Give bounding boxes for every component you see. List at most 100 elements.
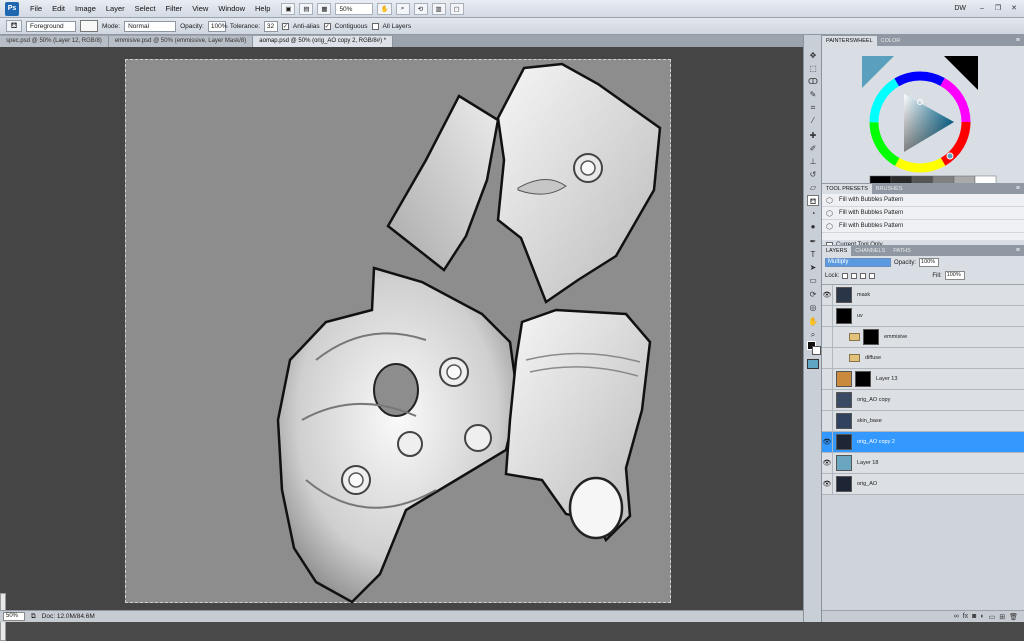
extras-icon[interactable]: ▦: [317, 2, 332, 15]
layer-row[interactable]: diffuse: [822, 347, 1024, 369]
layer-thumbnail[interactable]: [836, 392, 852, 408]
list-item[interactable]: Fill with Bubbles Pattern: [822, 220, 1024, 233]
zoom-level-select[interactable]: 50%: [335, 2, 374, 15]
visibility-eye-icon[interactable]: [822, 389, 833, 411]
layer-row[interactable]: 👁 orig_AO: [822, 473, 1024, 495]
document-canvas[interactable]: [125, 59, 671, 604]
pen-tool-icon[interactable]: ✒: [807, 236, 819, 247]
layer-style-icon[interactable]: fx: [963, 613, 968, 620]
doc-size-info[interactable]: Doc: 12.0M/84.6M: [42, 613, 95, 620]
panel-menu-icon[interactable]: ≡: [1016, 246, 1024, 256]
link-layers-icon[interactable]: ∞: [954, 613, 959, 620]
opacity-input[interactable]: 100%: [207, 20, 228, 32]
blend-mode-select[interactable]: Multiply: [825, 258, 891, 267]
quick-select-tool-icon[interactable]: ✎: [807, 89, 819, 100]
foreground-background-colors[interactable]: [807, 341, 821, 355]
visibility-eye-icon[interactable]: [822, 326, 833, 348]
layer-row[interactable]: Layer 13: [822, 368, 1024, 390]
tab-tool-presets[interactable]: TOOL PRESETS: [822, 184, 872, 194]
tab-color[interactable]: COLOR: [877, 36, 905, 46]
hand-tool-icon[interactable]: ✋: [807, 316, 819, 327]
visibility-eye-icon[interactable]: 👁: [822, 284, 833, 306]
status-menu-icon[interactable]: ⧉: [31, 613, 36, 621]
visibility-eye-icon[interactable]: [822, 368, 833, 390]
clone-stamp-tool-icon[interactable]: ⊥: [807, 156, 819, 167]
new-group-icon[interactable]: ▭: [989, 613, 996, 621]
visibility-eye-icon[interactable]: [822, 347, 833, 369]
bridge-icon[interactable]: ▣: [281, 2, 296, 15]
brush-tool-icon[interactable]: ✐: [807, 143, 819, 154]
layer-thumbnail[interactable]: [836, 287, 852, 303]
zoom-tool-icon[interactable]: ⌕: [395, 2, 410, 15]
eyedropper-tool-icon[interactable]: ⁄: [807, 115, 819, 126]
layer-mask-thumbnail[interactable]: [855, 371, 871, 387]
tolerance-input[interactable]: 32: [263, 20, 278, 32]
layer-row[interactable]: 👁 Layer 18: [822, 452, 1024, 474]
mode-select[interactable]: Normal: [124, 20, 177, 32]
color-wheel-widget[interactable]: [822, 46, 1024, 186]
paint-bucket-tool-icon[interactable]: ⛾: [807, 195, 819, 206]
shape-tool-icon[interactable]: ▭: [807, 275, 819, 286]
list-item[interactable]: Fill with Bubbles Pattern: [822, 194, 1024, 207]
layer-row[interactable]: skin_base: [822, 410, 1024, 432]
menu-view[interactable]: View: [187, 4, 213, 13]
type-tool-icon[interactable]: T: [807, 249, 819, 260]
all-layers-checkbox[interactable]: [371, 22, 379, 30]
tab-aomap[interactable]: aomap.psd @ 50% (orig_AO copy 2, RGB/8#)…: [253, 36, 394, 47]
layer-row[interactable]: emmisive: [822, 326, 1024, 348]
minibridge-icon[interactable]: ▤: [299, 2, 314, 15]
layer-thumbnail[interactable]: [836, 455, 852, 471]
close-icon[interactable]: ✕: [1008, 3, 1020, 14]
delete-layer-icon[interactable]: 🗑: [1009, 613, 1018, 621]
layer-thumbnail[interactable]: [836, 476, 852, 492]
hand-tool-icon[interactable]: ✋: [377, 2, 392, 15]
healing-brush-tool-icon[interactable]: ✚: [807, 130, 819, 141]
layer-opacity-input[interactable]: 100%: [919, 258, 940, 267]
layer-thumbnail[interactable]: [836, 308, 852, 324]
adjustment-layer-icon[interactable]: ◐: [980, 613, 984, 620]
visibility-eye-icon[interactable]: 👁: [822, 473, 833, 495]
layer-thumbnail[interactable]: [836, 434, 852, 450]
panel-menu-icon[interactable]: ≡: [1016, 36, 1024, 46]
layer-thumbnail[interactable]: [836, 413, 852, 429]
visibility-eye-icon[interactable]: [822, 305, 833, 327]
fill-source-select[interactable]: Foreground: [26, 20, 76, 32]
color-picker-handle[interactable]: [946, 152, 954, 160]
layer-row[interactable]: 👁 orig_AO copy 2: [822, 431, 1024, 453]
marquee-tool-icon[interactable]: ⬚: [807, 63, 819, 74]
status-zoom-field[interactable]: 50%: [3, 612, 25, 621]
menu-filter[interactable]: Filter: [161, 4, 188, 13]
visibility-eye-icon[interactable]: 👁: [822, 431, 833, 453]
menu-window[interactable]: Window: [213, 4, 250, 13]
menu-edit[interactable]: Edit: [47, 4, 70, 13]
dodge-tool-icon[interactable]: ●: [807, 221, 819, 232]
tab-emmisive[interactable]: emmisive.psd @ 50% (emmissive, Layer Mas…: [108, 36, 254, 47]
canvas-area[interactable]: [0, 47, 803, 641]
menu-file[interactable]: File: [25, 4, 47, 13]
path-selection-tool-icon[interactable]: ➤: [807, 262, 819, 273]
layer-thumbnail[interactable]: [836, 371, 852, 387]
paint-bucket-preset-icon[interactable]: ⛾: [6, 20, 22, 32]
lasso-tool-icon[interactable]: ↀ: [807, 76, 819, 87]
menu-select[interactable]: Select: [130, 4, 161, 13]
menu-image[interactable]: Image: [70, 4, 101, 13]
layer-row[interactable]: uv: [822, 305, 1024, 327]
lock-position-icon[interactable]: [860, 272, 867, 279]
tab-layers[interactable]: LAYERS: [822, 246, 852, 256]
workspace-switcher[interactable]: DW: [954, 5, 966, 12]
tab-painterswheel[interactable]: PAINTERSWHEEL: [822, 36, 877, 46]
new-layer-icon[interactable]: ⊞: [999, 613, 1005, 621]
layer-mask-thumbnail[interactable]: [863, 329, 879, 345]
tab-brushes[interactable]: BRUSHES: [872, 184, 907, 194]
tab-paths[interactable]: PATHS: [889, 246, 915, 256]
minimize-icon[interactable]: –: [976, 3, 988, 14]
menu-layer[interactable]: Layer: [101, 4, 130, 13]
background-color-swatch[interactable]: [812, 346, 821, 355]
crop-tool-icon[interactable]: ⌗: [807, 102, 819, 113]
zoom-tool-icon[interactable]: ⌕: [807, 329, 819, 340]
quick-mask-icon[interactable]: [807, 359, 819, 369]
eraser-tool-icon[interactable]: ▱: [807, 182, 819, 193]
3d-orbit-tool-icon[interactable]: ◎: [807, 302, 819, 313]
lock-pixels-icon[interactable]: [851, 272, 858, 279]
history-brush-tool-icon[interactable]: ↺: [807, 169, 819, 180]
